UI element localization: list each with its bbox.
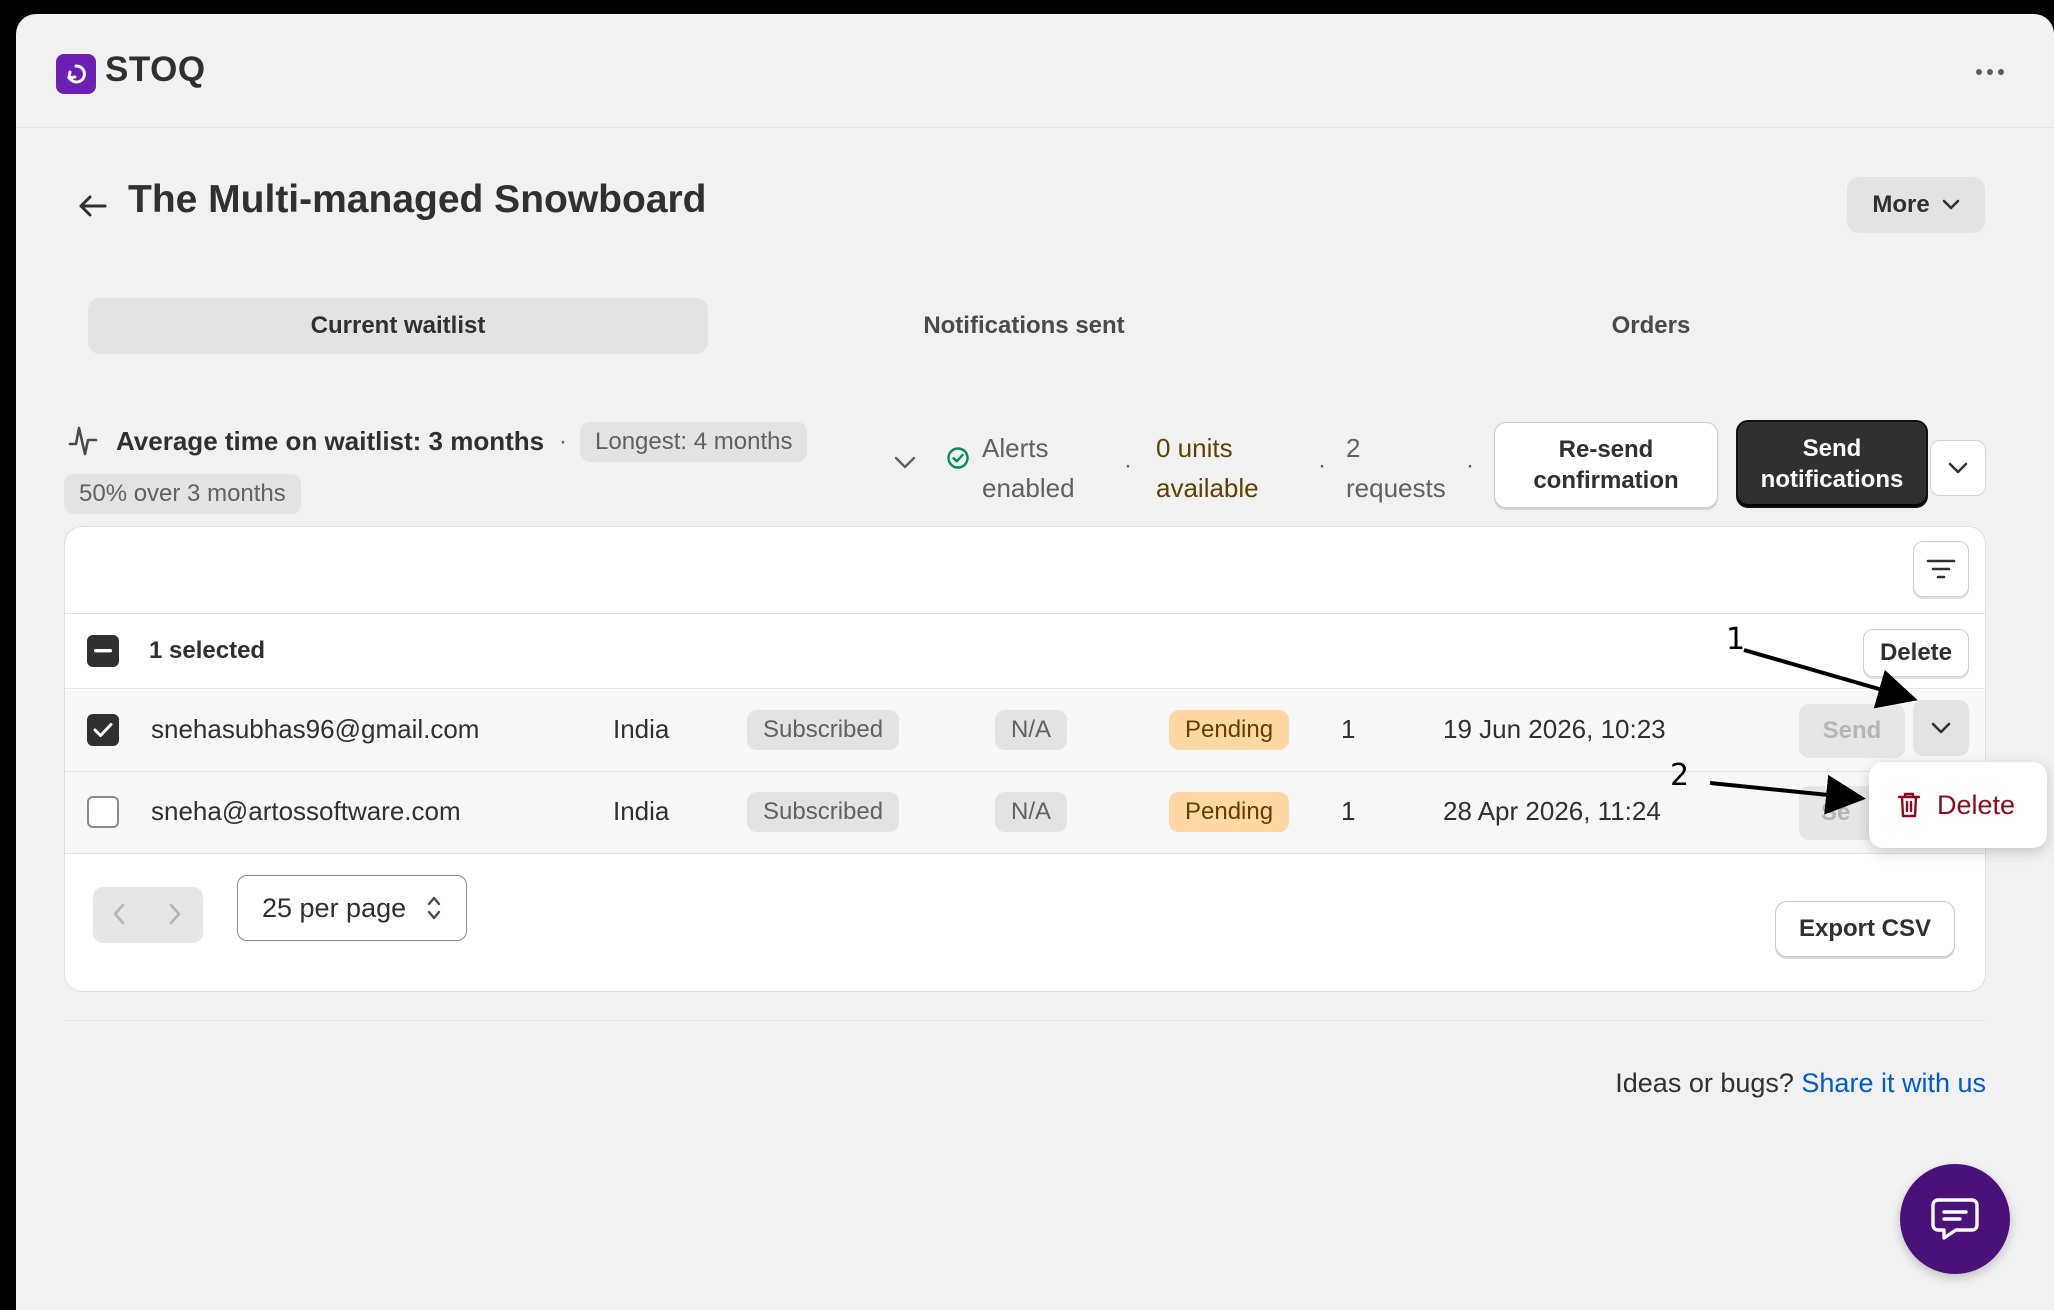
checkmark-icon	[93, 723, 113, 737]
more-options-icon[interactable]	[1976, 69, 2004, 75]
notification-badge: Pending	[1169, 792, 1290, 832]
send-options-dropdown[interactable]	[1930, 440, 1986, 496]
feedback-link[interactable]: Share it with us	[1801, 1068, 1986, 1098]
alerts-line-2: enabled	[982, 473, 1075, 503]
tab-bar: Current waitlist Notifications sent Orde…	[88, 298, 1969, 354]
resend-confirmation-button[interactable]: Re-send confirmation	[1494, 422, 1718, 508]
per-page-value: 25 per page	[262, 892, 407, 923]
filter-sort-button[interactable]	[1913, 541, 1969, 597]
table-toolbar	[65, 527, 1985, 614]
per-page-select[interactable]: 25 per page	[237, 875, 467, 941]
annotation-number: 1	[1726, 622, 1746, 657]
email-cell: sneha@artossoftware.com	[151, 796, 461, 826]
annotation-number: 2	[1670, 758, 1690, 793]
filter-icon	[1926, 559, 1956, 579]
minus-icon	[94, 649, 112, 653]
more-button-label: More	[1872, 191, 1930, 218]
more-button[interactable]: More	[1847, 177, 1985, 233]
chevron-down-icon	[1931, 722, 1951, 733]
resend-line-1: Re-send	[1558, 436, 1654, 463]
row-action-menu: Delete	[1869, 762, 2047, 848]
longest-badge: Longest: 4 months	[580, 422, 808, 462]
page-title: The Multi-managed Snowboard	[128, 178, 707, 221]
delete-menu-item[interactable]: Delete	[1937, 790, 2015, 821]
table-row[interactable]: snehasubhas96@gmail.com India Subscribed…	[65, 690, 1985, 772]
separator-dot: ·	[1466, 452, 1474, 479]
chevron-down-icon	[1942, 199, 1959, 210]
tab-orders[interactable]: Orders	[1341, 298, 1961, 354]
date-cell: 19 Jun 2026, 10:23	[1443, 714, 1666, 744]
requests-line-1: 2	[1346, 433, 1361, 463]
export-csv-button[interactable]: Export CSV	[1775, 901, 1955, 957]
chat-icon	[1931, 1198, 1979, 1240]
resend-line-2: confirmation	[1533, 467, 1679, 494]
row-checkbox[interactable]	[87, 714, 119, 746]
variant-badge: N/A	[995, 710, 1068, 750]
units-line-1: 0 units	[1156, 433, 1233, 463]
check-circle-icon	[947, 447, 969, 469]
waitlist-stats: Average time on waitlist: 3 months · Lon…	[16, 414, 2054, 524]
waitlist-table-card: 1 selected Delete snehasubhas96@gmail.co…	[64, 526, 1986, 992]
app-window: STOQ The Multi-managed Snowboard More Cu…	[16, 14, 2054, 1310]
row-actions-dropdown[interactable]	[1913, 700, 1969, 756]
separator-dot: ·	[1318, 452, 1326, 479]
alerts-status: Alerts enabled	[982, 428, 1075, 508]
units-line-2: available	[1156, 473, 1259, 503]
table-row[interactable]: sneha@artossoftware.com India Subscribed…	[65, 772, 1985, 854]
pagination	[93, 887, 203, 943]
chevron-down-icon[interactable]	[894, 456, 916, 470]
average-time: Average time on waitlist: 3 months	[116, 426, 545, 456]
send-notifications-button[interactable]: Send notifications	[1736, 420, 1928, 508]
stoq-logo-icon	[56, 54, 96, 94]
separator-dot: ·	[559, 428, 567, 455]
notification-badge: Pending	[1169, 710, 1290, 750]
top-bar: STOQ	[16, 14, 2054, 128]
separator-dot: ·	[1124, 452, 1132, 479]
previous-page-icon[interactable]	[111, 901, 127, 932]
quantity-cell: 1	[1341, 714, 1356, 744]
country-cell: India	[613, 714, 670, 744]
variant-badge: N/A	[995, 792, 1068, 832]
next-page-icon[interactable]	[167, 901, 183, 932]
selected-count: 1 selected	[149, 637, 266, 664]
bulk-action-bar: 1 selected Delete	[65, 615, 1985, 689]
send-line-1: Send	[1802, 435, 1862, 462]
tab-current-waitlist[interactable]: Current waitlist	[88, 298, 708, 354]
trash-icon	[1897, 792, 1921, 818]
requests-count: 2 requests	[1346, 428, 1446, 508]
chat-button[interactable]	[1900, 1164, 2010, 1274]
select-all-checkbox[interactable]	[87, 635, 119, 667]
row-checkbox[interactable]	[87, 796, 119, 828]
status-badge: Subscribed	[747, 710, 900, 750]
feedback-line: Ideas or bugs? Share it with us	[1615, 1068, 1986, 1099]
requests-line-2: requests	[1346, 473, 1446, 503]
status-badge: Subscribed	[747, 792, 900, 832]
units-available: 0 units available	[1156, 428, 1259, 508]
over-badge: 50% over 3 months	[64, 474, 301, 514]
tab-notifications-sent[interactable]: Notifications sent	[714, 298, 1334, 354]
email-cell: snehasubhas96@gmail.com	[151, 714, 480, 744]
pulse-icon	[68, 426, 98, 456]
bulk-delete-button[interactable]: Delete	[1863, 629, 1969, 677]
quantity-cell: 1	[1341, 796, 1356, 826]
send-line-2: notifications	[1760, 466, 1904, 493]
select-arrows-icon	[427, 896, 441, 920]
alerts-line-1: Alerts	[982, 433, 1049, 463]
date-cell: 28 Apr 2026, 11:24	[1443, 796, 1661, 826]
feedback-prefix: Ideas or bugs?	[1615, 1068, 1794, 1098]
chevron-down-icon	[1948, 462, 1968, 473]
country-cell: India	[613, 796, 670, 826]
back-arrow-icon[interactable]	[74, 188, 110, 224]
brand-name: STOQ	[105, 50, 206, 89]
divider	[64, 1020, 1986, 1021]
send-button[interactable]: Send	[1799, 704, 1905, 758]
